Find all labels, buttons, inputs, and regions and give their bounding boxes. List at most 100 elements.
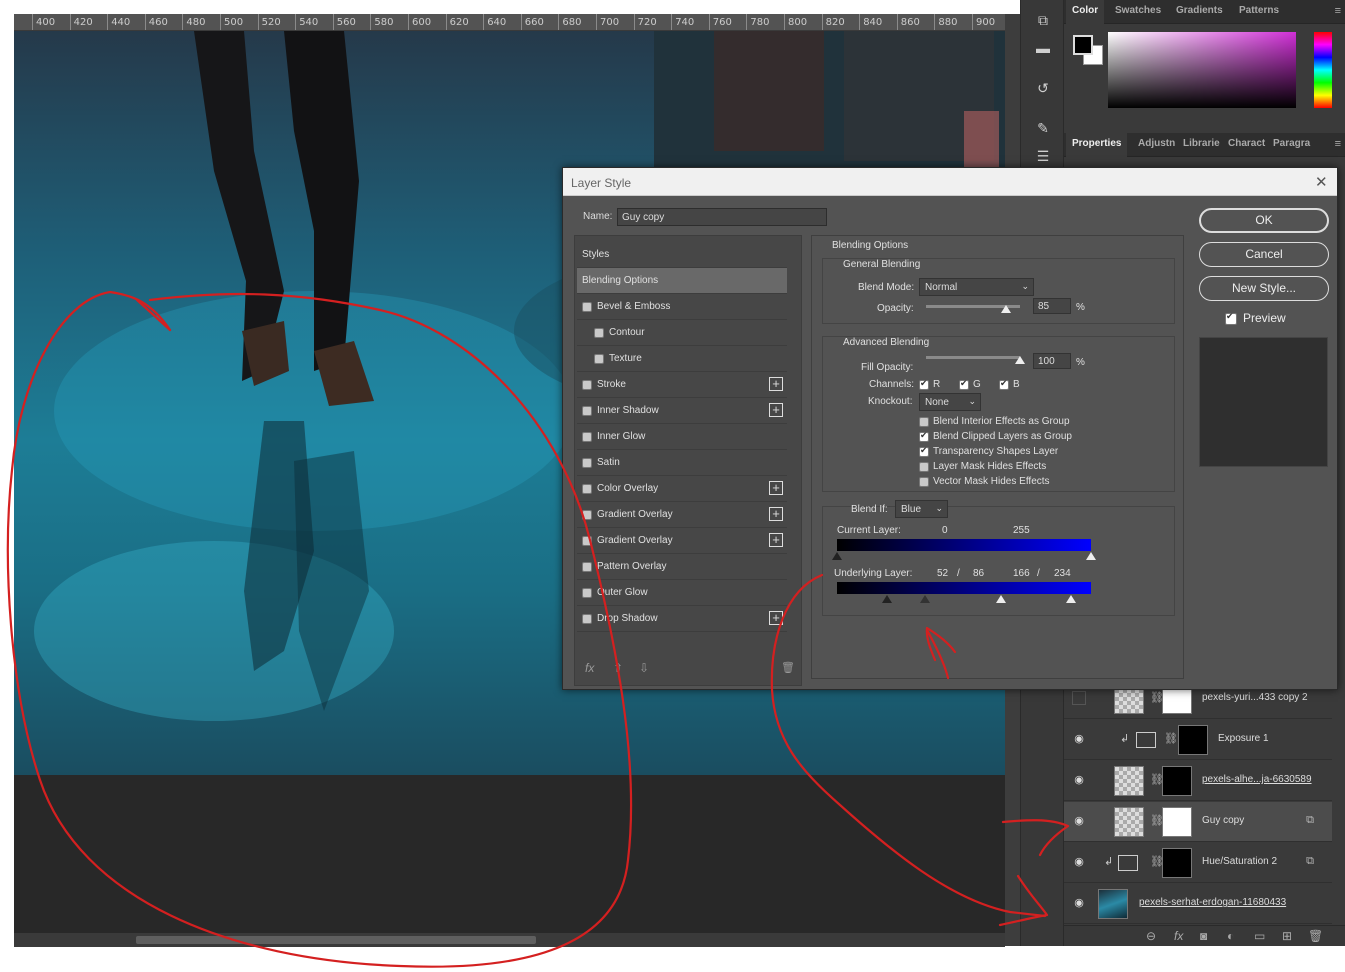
layer-mask-thumbnail[interactable] bbox=[1162, 848, 1192, 878]
fill-opacity-slider-handle[interactable] bbox=[1015, 356, 1025, 364]
underlying-c-handle[interactable] bbox=[996, 595, 1006, 603]
tab-libraries[interactable]: Librarie bbox=[1177, 133, 1226, 157]
delete-icon[interactable]: 🗑 bbox=[1308, 929, 1323, 943]
fx-icon[interactable]: fx bbox=[585, 661, 594, 675]
trash-icon[interactable]: 🗑 bbox=[781, 661, 795, 674]
name-input[interactable]: Guy copy bbox=[617, 208, 827, 226]
adjustment-icon[interactable]: ◐ bbox=[1227, 929, 1234, 943]
style-item[interactable]: Stroke + bbox=[577, 372, 787, 398]
tab-properties[interactable]: Properties bbox=[1066, 133, 1128, 157]
underlying-a-handle[interactable] bbox=[882, 595, 892, 603]
panel-menu-icon[interactable]: ≡ bbox=[1335, 5, 1341, 17]
opacity-input[interactable]: 85 bbox=[1033, 298, 1071, 314]
style-item[interactable]: Contour bbox=[577, 320, 787, 346]
layer-mask-thumbnail[interactable] bbox=[1178, 725, 1208, 755]
layer-name[interactable]: Guy copy bbox=[1202, 815, 1244, 826]
add-style-icon[interactable]: + bbox=[769, 611, 783, 625]
tab-color[interactable]: Color bbox=[1066, 0, 1105, 24]
history-icon[interactable]: ↺ bbox=[1033, 78, 1053, 98]
current-low-handle[interactable] bbox=[832, 552, 842, 560]
preview-checkbox[interactable] bbox=[1225, 311, 1237, 325]
knockout-select[interactable]: None ⌄ bbox=[919, 393, 981, 411]
advanced-option-checkbox[interactable] bbox=[919, 477, 929, 487]
ok-button[interactable]: OK bbox=[1199, 208, 1329, 233]
style-checkbox[interactable] bbox=[582, 458, 592, 468]
layer-row[interactable]: ◉ ⛓ Guy copy ⧉ bbox=[1064, 802, 1332, 842]
fill-opacity-input[interactable]: 100 bbox=[1033, 353, 1071, 369]
add-style-icon[interactable]: + bbox=[769, 481, 783, 495]
visibility-eye-icon[interactable]: ◉ bbox=[1072, 773, 1086, 787]
tab-patterns[interactable]: Patterns bbox=[1233, 0, 1285, 24]
channel-checkbox[interactable] bbox=[999, 378, 1009, 390]
new-style-button[interactable]: New Style... bbox=[1199, 276, 1329, 301]
style-checkbox[interactable] bbox=[582, 562, 592, 572]
style-item[interactable]: Satin bbox=[577, 450, 787, 476]
layer-name[interactable]: Exposure 1 bbox=[1218, 733, 1269, 744]
style-item[interactable]: Styles bbox=[577, 242, 787, 268]
style-checkbox[interactable] bbox=[582, 484, 592, 494]
style-item[interactable]: Outer Glow bbox=[577, 580, 787, 606]
style-item[interactable]: Inner Glow bbox=[577, 424, 787, 450]
link-icon[interactable]: ⊖ bbox=[1146, 929, 1156, 943]
layer-row[interactable]: ◉ ↲ ⛓ Hue/Saturation 2 ⧉ bbox=[1064, 843, 1332, 883]
layer-mask-thumbnail[interactable] bbox=[1162, 807, 1192, 837]
new-layer-icon[interactable]: ⊞ bbox=[1282, 929, 1292, 943]
fx-icon[interactable]: fx bbox=[1174, 929, 1183, 943]
layer-name[interactable]: pexels-yuri...433 copy 2 bbox=[1202, 692, 1308, 703]
style-checkbox[interactable] bbox=[582, 406, 592, 416]
opacity-slider-handle[interactable] bbox=[1000, 305, 1011, 313]
add-style-icon[interactable]: + bbox=[769, 533, 783, 547]
add-style-icon[interactable]: + bbox=[769, 403, 783, 417]
underlying-d-handle[interactable] bbox=[1066, 595, 1076, 603]
panel-menu-icon[interactable]: ≡ bbox=[1335, 138, 1341, 150]
artboard-icon[interactable]: ⧉ bbox=[1033, 10, 1053, 30]
visibility-eye-icon[interactable]: ◉ bbox=[1072, 814, 1086, 828]
brush-settings-icon[interactable]: ✎ bbox=[1033, 118, 1053, 138]
blend-mode-select[interactable]: Normal ⌄ bbox=[919, 278, 1034, 296]
comment-icon[interactable]: ▬ bbox=[1033, 38, 1053, 58]
tab-gradients[interactable]: Gradients bbox=[1170, 0, 1229, 24]
style-item[interactable]: Drop Shadow + bbox=[577, 606, 787, 632]
tab-swatches[interactable]: Swatches bbox=[1109, 0, 1167, 24]
dialog-titlebar[interactable]: Layer Style ✕ bbox=[563, 168, 1337, 196]
style-checkbox[interactable] bbox=[594, 354, 604, 364]
channel-checkbox[interactable] bbox=[919, 378, 929, 390]
style-checkbox[interactable] bbox=[582, 536, 592, 546]
foreground-color-swatch[interactable] bbox=[1073, 35, 1093, 55]
style-item[interactable]: Color Overlay + bbox=[577, 476, 787, 502]
layer-name[interactable]: pexels-alhe...ja-6630589 bbox=[1202, 774, 1312, 785]
visibility-eye-icon[interactable]: ◉ bbox=[1072, 855, 1086, 869]
layer-name[interactable]: Hue/Saturation 2 bbox=[1202, 856, 1277, 867]
style-item[interactable]: Gradient Overlay + bbox=[577, 528, 787, 554]
tab-character[interactable]: Charact bbox=[1222, 133, 1271, 157]
chain-link-icon[interactable]: ⛓ bbox=[1164, 732, 1178, 745]
hue-slider[interactable] bbox=[1314, 32, 1332, 108]
style-item[interactable]: Blending Options bbox=[577, 268, 787, 294]
advanced-option-checkbox[interactable] bbox=[919, 462, 929, 472]
advanced-option-checkbox[interactable] bbox=[919, 430, 929, 442]
color-picker-field[interactable] bbox=[1108, 32, 1296, 108]
style-item[interactable]: Inner Shadow + bbox=[577, 398, 787, 424]
tab-paragraph[interactable]: Paragra bbox=[1267, 133, 1316, 157]
style-checkbox[interactable] bbox=[582, 588, 592, 598]
style-checkbox[interactable] bbox=[582, 614, 592, 624]
channel-checkbox[interactable] bbox=[959, 378, 969, 390]
style-checkbox[interactable] bbox=[582, 432, 592, 442]
style-item[interactable]: Gradient Overlay + bbox=[577, 502, 787, 528]
style-item[interactable]: Bevel & Emboss bbox=[577, 294, 787, 320]
add-style-icon[interactable]: + bbox=[769, 377, 783, 391]
style-checkbox[interactable] bbox=[582, 302, 592, 312]
mask-icon[interactable]: ◙ bbox=[1200, 929, 1207, 943]
style-item[interactable]: Pattern Overlay bbox=[577, 554, 787, 580]
underlying-layer-gradient[interactable] bbox=[837, 582, 1091, 594]
style-checkbox[interactable] bbox=[594, 328, 604, 338]
advanced-option-checkbox[interactable] bbox=[919, 417, 929, 427]
layer-mask-thumbnail[interactable] bbox=[1162, 766, 1192, 796]
style-item[interactable]: Texture bbox=[577, 346, 787, 372]
current-high-handle[interactable] bbox=[1086, 552, 1096, 560]
style-checkbox[interactable] bbox=[582, 380, 592, 390]
blend-if-select[interactable]: Blue ⌄ bbox=[895, 500, 948, 518]
layer-name[interactable]: pexels-serhat-erdogan-11680433 bbox=[1139, 897, 1286, 908]
tab-adjustments[interactable]: Adjustn bbox=[1132, 133, 1181, 157]
layer-row[interactable]: ◉ pexels-serhat-erdogan-11680433 bbox=[1064, 884, 1332, 924]
